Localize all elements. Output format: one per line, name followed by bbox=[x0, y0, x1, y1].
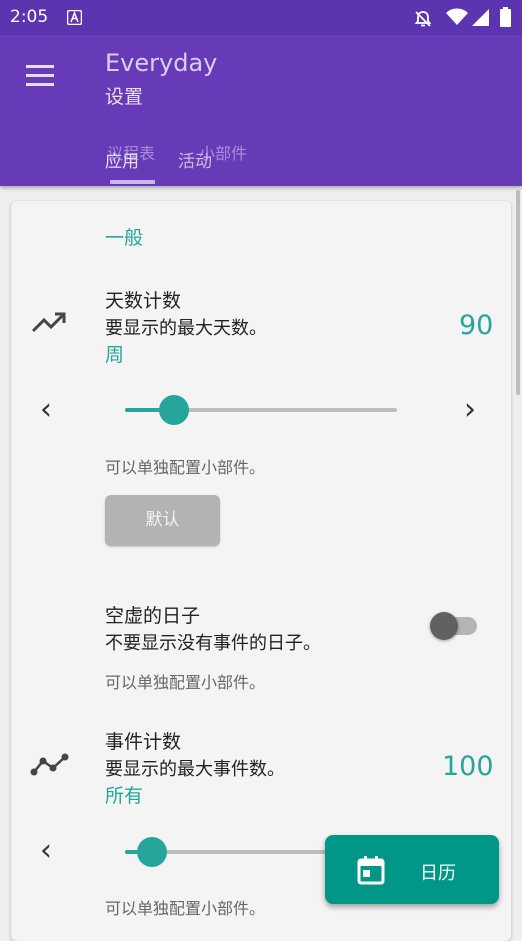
app-bar: Everyday 设置 应用 议程表 活动 小部件 bbox=[0, 35, 522, 186]
day-count-decrement-chevron-left-icon[interactable]: ‹ bbox=[40, 395, 52, 425]
tab-agenda[interactable]: 议程表 bbox=[107, 140, 155, 164]
tab-widgets[interactable]: 小部件 bbox=[199, 140, 247, 164]
event-count-note: 可以单独配置小部件。 bbox=[105, 899, 266, 918]
keyboard-notification-icon bbox=[67, 10, 82, 25]
calendar-fab-label: 日历 bbox=[420, 863, 456, 884]
wifi-icon bbox=[446, 8, 468, 25]
empty-days-note: 可以单独配置小部件。 bbox=[105, 673, 266, 692]
event-count-slider-thumb[interactable] bbox=[137, 837, 168, 867]
calendar-fab[interactable]: 日历 bbox=[325, 835, 499, 904]
empty-days-summary: 不要显示没有事件的日子。 bbox=[105, 633, 321, 654]
day-count-unit[interactable]: 周 bbox=[105, 340, 124, 367]
day-count-summary: 要显示的最大天数。 bbox=[105, 318, 267, 339]
notifications-off-icon bbox=[414, 11, 432, 27]
event-count-decrement-chevron-left-icon[interactable]: ‹ bbox=[40, 836, 52, 866]
default-button[interactable]: 默认 bbox=[105, 495, 220, 546]
day-count-value: 90 bbox=[459, 310, 494, 341]
cellular-signal-icon bbox=[472, 9, 489, 26]
app-title: Everyday bbox=[105, 49, 218, 77]
status-time: 2:05 bbox=[10, 7, 49, 27]
calendar-icon bbox=[357, 856, 385, 885]
event-count-summary: 要显示的最大事件数。 bbox=[105, 759, 285, 780]
menu-icon[interactable] bbox=[26, 65, 56, 87]
trending-up-icon bbox=[31, 312, 66, 333]
empty-days-switch-thumb[interactable] bbox=[430, 612, 458, 640]
timeline-icon bbox=[30, 753, 69, 776]
battery-icon bbox=[500, 7, 511, 27]
event-count-title: 事件计数 bbox=[105, 731, 182, 753]
event-count-unit[interactable]: 所有 bbox=[105, 781, 143, 808]
page-subtitle: 设置 bbox=[105, 86, 144, 108]
day-count-slider-thumb[interactable] bbox=[158, 395, 189, 425]
day-count-increment-chevron-right-icon[interactable]: › bbox=[464, 395, 476, 425]
settings-card bbox=[11, 201, 511, 941]
event-count-value: 100 bbox=[442, 751, 494, 782]
tab-indicator bbox=[110, 180, 155, 184]
scrollbar[interactable] bbox=[516, 190, 520, 395]
day-count-note: 可以单独配置小部件。 bbox=[105, 458, 266, 477]
empty-days-title: 空虚的日子 bbox=[105, 605, 201, 627]
section-header-general: 一般 bbox=[105, 227, 144, 249]
status-bar: 2:05 bbox=[0, 0, 522, 35]
day-count-title: 天数计数 bbox=[105, 290, 182, 312]
